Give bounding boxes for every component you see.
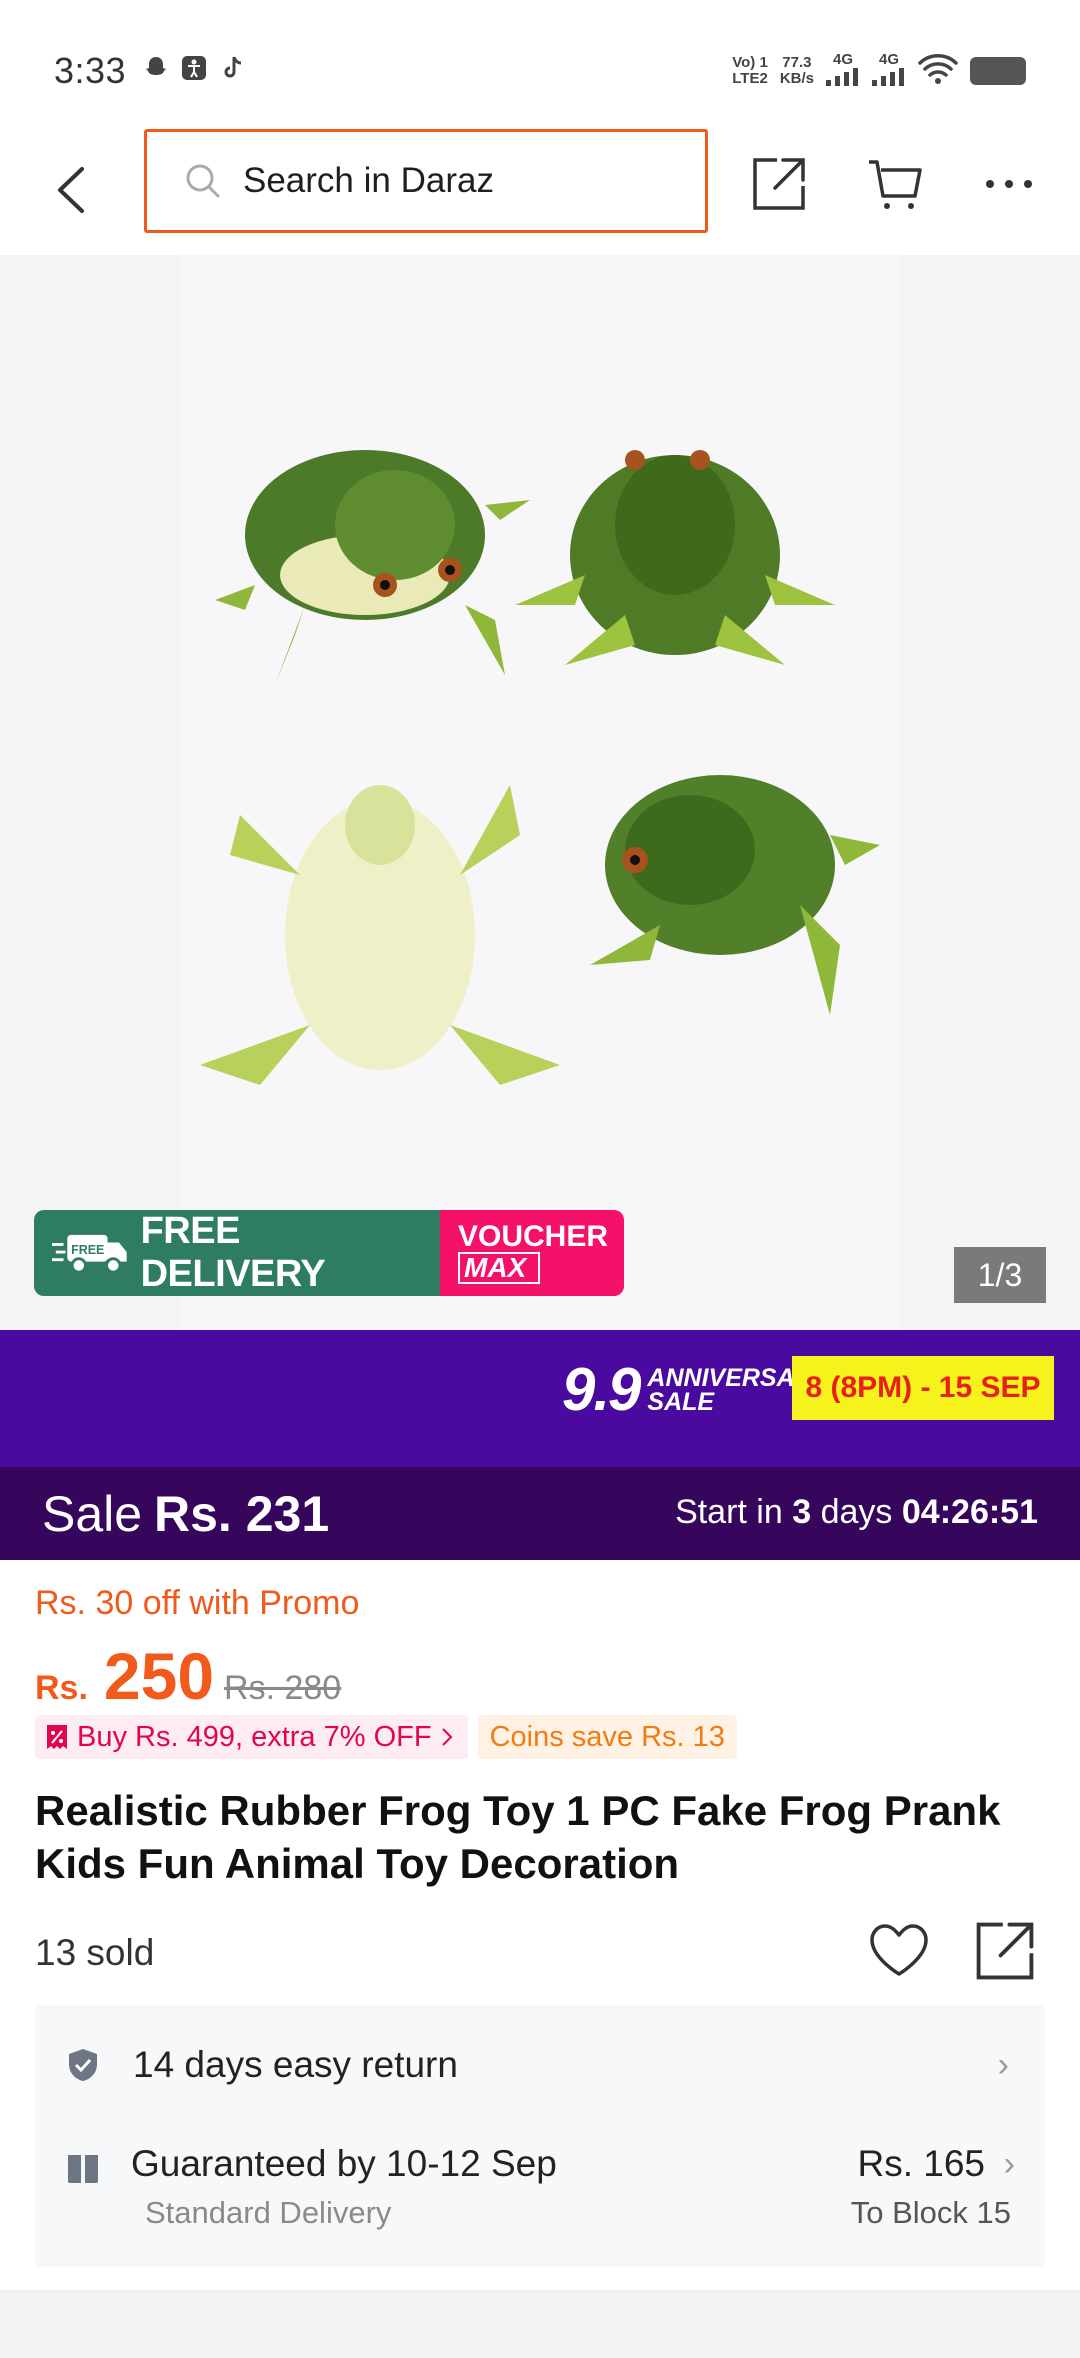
sale-price-bar: Sale Rs. 231 Start in 3 days 04:26:51 [0, 1467, 1080, 1560]
product-photo [180, 255, 900, 1330]
search-input[interactable]: Search in Daraz [144, 129, 708, 233]
product-page: 3:33 Vo) 1 LTE2 77.3 KB/s 4G 4G Search i… [0, 0, 1080, 2358]
heart-icon [870, 1924, 928, 1976]
delivery-guarantee: Guaranteed by 10-12 Sep [131, 2143, 557, 2184]
voucher-label: VOUCHER [458, 1220, 609, 1253]
bundle-discount-tag[interactable]: Buy Rs. 499, extra 7% OFF [35, 1715, 468, 1759]
package-icon [68, 2155, 98, 2183]
search-icon [186, 164, 220, 198]
back-button[interactable] [46, 155, 96, 225]
share-icon [753, 158, 805, 210]
promo-text[interactable]: Rs. 30 off with Promo [35, 1584, 359, 1623]
back-icon [58, 167, 84, 213]
share-icon [976, 1922, 1034, 1980]
free-small-label: FREE [71, 1243, 104, 1257]
status-indicators: Vo) 1 LTE2 77.3 KB/s 4G 4G [732, 52, 1026, 90]
chevron-right-icon: › [1003, 2145, 1015, 2183]
product-title: Realistic Rubber Frog Toy 1 PC Fake Frog… [35, 1787, 1001, 1887]
campaign-banner[interactable]: 9.9 ANNIVERSARY SALE 8 (8PM) - 15 SEP [0, 1330, 1080, 1467]
coins-save-tag: Coins save Rs. 13 [477, 1715, 737, 1759]
sale-countdown: Start in 3 days 04:26:51 [675, 1493, 1038, 1531]
max-label: MAX [458, 1252, 540, 1284]
bundle-discount-label: Buy Rs. 499, extra 7% OFF [77, 1720, 432, 1753]
sale-label: Sale [42, 1486, 143, 1542]
product-info: Rs. 30 off with Promo Rs. 250 Rs. 280 Bu… [0, 1560, 1080, 2290]
sold-count: 13 sold [35, 1932, 155, 1973]
wifi-icon [918, 53, 958, 90]
frog-toys-image [200, 450, 880, 1085]
delivery-info-box: 14 days easy return › Guaranteed by 10-1… [35, 2005, 1045, 2267]
share-button[interactable] [744, 149, 814, 219]
current-price: 250 [103, 1639, 215, 1713]
product-share-button[interactable] [972, 1918, 1038, 1984]
original-price: Rs. 280 [224, 1669, 342, 1707]
sale-price: Rs. 231 [154, 1486, 330, 1542]
signal-2-icon: 4G [872, 52, 906, 90]
accessibility-icon [180, 54, 208, 82]
free-delivery-label: FREE DELIVERY [140, 1210, 326, 1295]
product-image-gallery[interactable]: FREE FREE DELIVERY VOUCHER MAX 1/3 [0, 255, 1080, 1330]
delivery-truck-icon: FREE [52, 1234, 127, 1274]
return-policy-row[interactable]: 14 days easy return › [65, 2035, 1015, 2095]
more-button[interactable] [974, 149, 1044, 219]
top-nav-bar: Search in Daraz [0, 125, 1080, 255]
battery-icon [970, 57, 1026, 85]
free-delivery-badge: FREE FREE DELIVERY [34, 1210, 440, 1296]
cart-button[interactable] [860, 149, 930, 219]
signal-1-icon: 4G [826, 52, 860, 90]
return-policy-label: 14 days easy return [133, 2044, 458, 2085]
image-counter: 1/3 [954, 1247, 1046, 1303]
coupon-icon [47, 1725, 67, 1749]
promo-tags: Buy Rs. 499, extra 7% OFF Coins save Rs.… [35, 1715, 737, 1759]
network-speed: 77.3 KB/s [779, 54, 814, 87]
status-time: 3:33 [54, 50, 127, 91]
tiktok-icon [218, 54, 246, 82]
status-bar: 3:33 Vo) 1 LTE2 77.3 KB/s 4G 4G [0, 0, 1080, 125]
voucher-max-badge: VOUCHER MAX [440, 1210, 624, 1296]
more-icon [986, 180, 1032, 188]
search-placeholder: Search in Daraz [243, 161, 494, 200]
status-app-icons [142, 54, 246, 82]
cart-icon [869, 160, 922, 209]
delivery-fee: Rs. 165 [857, 2143, 985, 2184]
snapchat-icon [142, 54, 170, 82]
price-currency: Rs. [35, 1669, 88, 1707]
delivery-location: To Block 15 [850, 2195, 1011, 2230]
price-row: Rs. 250 Rs. 280 [35, 1638, 341, 1714]
campaign-logo-number: 9.9 [562, 1356, 641, 1423]
volte-indicator: Vo) 1 LTE2 [732, 54, 768, 87]
campaign-dates: 8 (8PM) - 15 SEP [792, 1356, 1054, 1420]
anniversary-sale-logo: 9.9 ANNIVERSARY SALE [562, 1355, 829, 1424]
free-delivery-voucher-badge: FREE FREE DELIVERY VOUCHER MAX [34, 1210, 624, 1296]
shield-check-icon [69, 2049, 97, 2081]
chevron-right-icon [441, 1728, 452, 1746]
wishlist-button[interactable] [866, 1918, 932, 1984]
chevron-right-icon: › [997, 2045, 1009, 2084]
delivery-method: Standard Delivery [145, 2195, 392, 2230]
